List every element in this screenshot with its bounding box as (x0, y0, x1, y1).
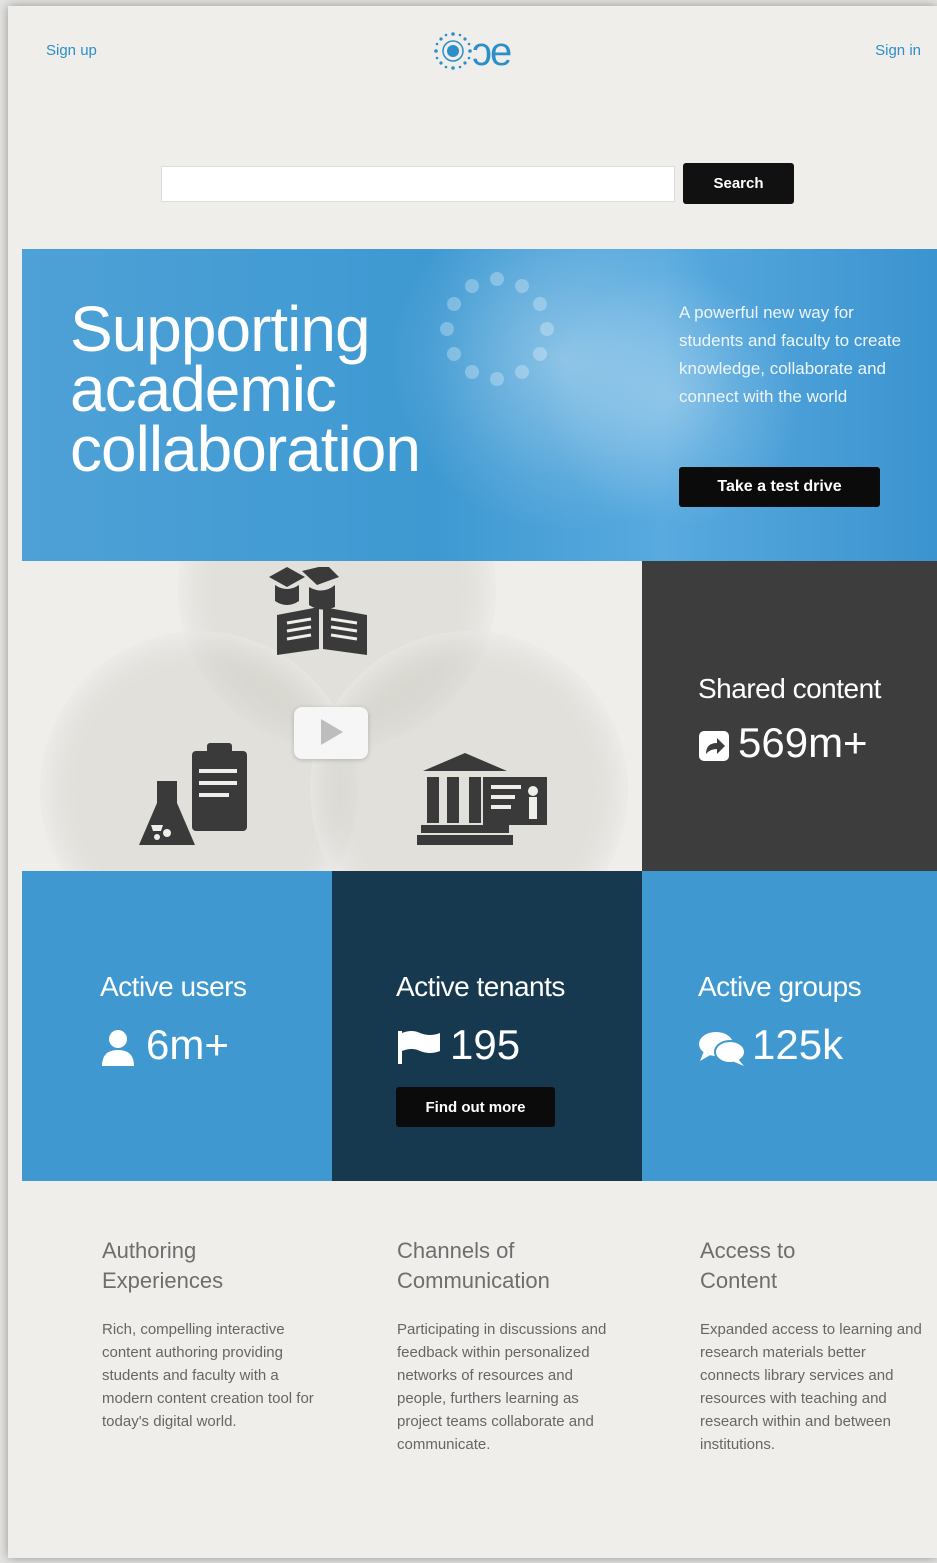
shared-content-label: Shared content (698, 673, 881, 704)
search-button[interactable]: Search (683, 163, 794, 204)
hero-title-line: collaboration (70, 413, 421, 485)
graduates-book-icon (269, 567, 367, 655)
user-icon (102, 1030, 134, 1066)
active-groups-value: 125k (752, 1021, 844, 1068)
active-tenants-value: 195 (450, 1021, 521, 1068)
play-video-button[interactable] (294, 707, 368, 759)
page-frame: Sign up ɔe Sign in Search Supporting aca… (8, 6, 937, 1558)
feature-title-line: Content (700, 1268, 778, 1293)
logo[interactable]: ɔe (433, 26, 529, 80)
active-groups-panel: Active groups 125k (642, 871, 937, 1181)
share-icon (699, 731, 729, 761)
lab-clipboard-icon (139, 743, 247, 845)
hero-subtitle: A powerful new way for students and facu… (679, 303, 902, 406)
feature-text: Expanded access to learning and research… (700, 1321, 922, 1453)
feature-text: Participating in discussions and feedbac… (397, 1321, 607, 1453)
feature-title-line: Authoring (102, 1238, 197, 1263)
feature-title: Authoring Experiences (102, 1236, 327, 1296)
hero-banner: Supporting academic collaboration A powe… (22, 249, 937, 561)
feature-title: Access to Content (700, 1236, 925, 1296)
take-test-drive-button[interactable]: Take a test drive (679, 467, 880, 507)
flag-icon (398, 1031, 440, 1064)
active-tenants-panel: Active tenants 195 Find out more (332, 871, 642, 1181)
logo-text: ɔe (472, 30, 512, 74)
video-section (22, 561, 642, 871)
header: Sign up ɔe Sign in (8, 6, 937, 118)
hero-title: Supporting academic collaboration (70, 297, 510, 481)
institution-presentation-icon (417, 753, 547, 845)
shared-content-panel: Shared content 569m+ (642, 561, 937, 871)
sign-up-link[interactable]: Sign up (46, 42, 97, 59)
feature-title-line: Access to (700, 1238, 796, 1263)
feature-title-line: Communication (397, 1268, 550, 1293)
feature-channels: Channels of Communication Participating … (397, 1236, 622, 1456)
active-users-label: Active users (100, 971, 247, 1002)
active-users-value: 6m+ (146, 1021, 229, 1068)
shared-content-value: 569m+ (738, 719, 868, 766)
active-users-panel: Active users 6m+ (22, 871, 332, 1181)
feature-title: Channels of Communication (397, 1236, 622, 1296)
feature-text: Rich, compelling interactive content aut… (102, 1321, 314, 1430)
sign-in-link[interactable]: Sign in (875, 42, 921, 59)
find-out-more-button[interactable]: Find out more (396, 1087, 555, 1127)
comments-icon (699, 1032, 746, 1066)
active-tenants-label: Active tenants (396, 971, 565, 1002)
feature-title-line: Channels of (397, 1238, 515, 1263)
feature-authoring: Authoring Experiences Rich, compelling i… (102, 1236, 327, 1433)
feature-access: Access to Content Expanded access to lea… (700, 1236, 925, 1456)
play-icon (321, 718, 343, 745)
search-input[interactable] (161, 166, 675, 202)
active-groups-label: Active groups (698, 971, 862, 1002)
feature-title-line: Experiences (102, 1268, 224, 1293)
sun-dots-icon (434, 32, 472, 70)
